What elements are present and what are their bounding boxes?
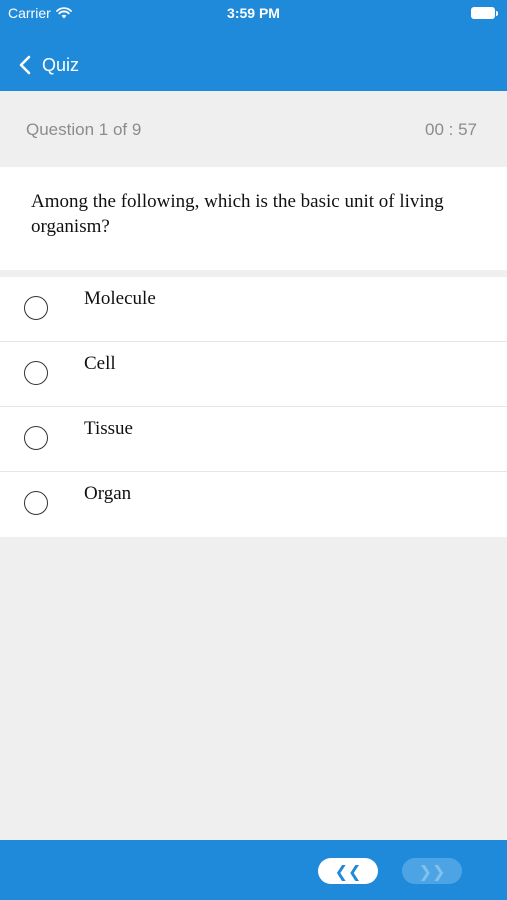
bottom-toolbar: ❮❮ ❯❯	[0, 840, 507, 900]
option-label: Molecule	[84, 288, 156, 309]
nav-title: Quiz	[42, 54, 80, 75]
option-label: Cell	[84, 353, 116, 374]
radio-button-icon[interactable]	[24, 296, 48, 320]
next-question-button[interactable]: ❯❯	[402, 858, 462, 884]
answer-option[interactable]: Molecule	[0, 277, 507, 342]
radio-button-icon[interactable]	[24, 491, 48, 515]
status-time: 3:59 PM	[227, 5, 280, 21]
question-text: Among the following, which is the basic …	[31, 191, 444, 237]
question-info-bar: Question 1 of 9 00 : 57	[0, 91, 507, 167]
question-card: Among the following, which is the basic …	[0, 167, 507, 270]
option-label: Tissue	[84, 418, 133, 439]
answer-options: Molecule Cell Tissue Organ	[0, 277, 507, 537]
app-header: Carrier 3:59 PM Quiz	[0, 0, 507, 91]
back-button[interactable]: Quiz	[18, 50, 79, 80]
battery-icon	[471, 7, 499, 19]
question-counter: Question 1 of 9	[26, 120, 142, 139]
previous-question-button[interactable]: ❮❮	[318, 858, 378, 884]
radio-button-icon[interactable]	[24, 361, 48, 385]
radio-button-icon[interactable]	[24, 426, 48, 450]
back-chevron-icon[interactable]	[18, 55, 32, 75]
answer-option[interactable]: Tissue	[0, 407, 507, 472]
answer-option[interactable]: Organ	[0, 472, 507, 537]
option-label: Organ	[84, 483, 132, 504]
quiz-timer: 00 : 57	[425, 120, 477, 139]
answer-option[interactable]: Cell	[0, 342, 507, 407]
